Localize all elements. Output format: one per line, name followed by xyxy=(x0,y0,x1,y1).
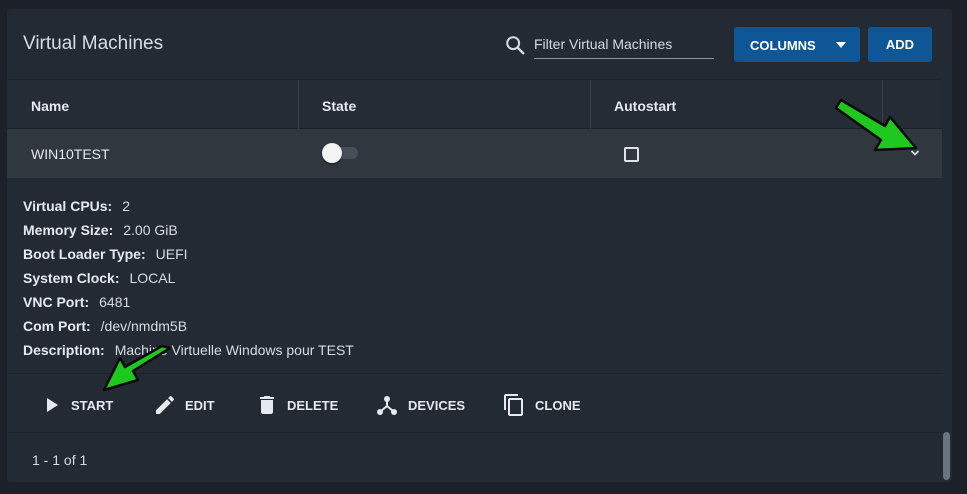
devices-button[interactable]: DEVICES xyxy=(375,393,475,417)
devices-icon xyxy=(377,396,397,415)
detail-value: LOCAL xyxy=(129,270,176,286)
edit-button[interactable]: EDIT xyxy=(153,393,223,417)
detail-value: UEFI xyxy=(155,246,188,262)
detail-label: Memory Size: xyxy=(23,222,114,238)
start-button[interactable]: START xyxy=(43,393,123,417)
scrollbar-thumb[interactable] xyxy=(943,432,950,480)
filter-input[interactable]: Filter Virtual Machines xyxy=(534,31,714,59)
pagination-text: 1 - 1 of 1 xyxy=(32,452,88,468)
state-toggle[interactable] xyxy=(322,143,360,163)
detail-value: 6481 xyxy=(99,294,131,310)
detail-value: /dev/nmdm5B xyxy=(100,318,188,334)
columns-button-label: COLUMNS xyxy=(750,38,816,53)
copy-icon xyxy=(504,394,523,416)
add-button[interactable]: ADD xyxy=(868,27,932,62)
search-icon[interactable] xyxy=(504,34,526,56)
detail-memory-size: Memory Size: 2.00 GiB xyxy=(23,222,178,238)
table-row[interactable]: WIN10TEST xyxy=(7,129,942,178)
autostart-checkbox[interactable] xyxy=(624,147,639,162)
column-header-state[interactable]: State xyxy=(298,80,590,129)
detail-boot-loader-type: Boot Loader Type: UEFI xyxy=(23,246,188,262)
delete-button[interactable]: DELETE xyxy=(255,393,345,417)
detail-virtual-cpus: Virtual CPUs: 2 xyxy=(23,198,130,214)
trash-icon xyxy=(260,396,274,414)
vm-name: WIN10TEST xyxy=(31,146,110,162)
edit-label: EDIT xyxy=(185,398,215,413)
start-label: START xyxy=(71,398,114,413)
detail-label: Boot Loader Type: xyxy=(23,246,146,262)
devices-label: DEVICES xyxy=(408,398,466,413)
table-header: Name State Autostart xyxy=(7,79,952,129)
detail-value: 2.00 GiB xyxy=(123,222,178,238)
column-header-name[interactable]: Name xyxy=(7,80,298,129)
card-header: Virtual Machines Filter Virtual Machines… xyxy=(7,9,952,79)
clone-button[interactable]: CLONE xyxy=(502,393,592,417)
table-footer: 1 - 1 of 1 xyxy=(7,433,942,482)
columns-button[interactable]: COLUMNS xyxy=(734,27,860,62)
detail-value: 2 xyxy=(122,198,131,214)
detail-label: Description: xyxy=(23,342,105,358)
detail-label: Virtual CPUs: xyxy=(23,198,113,214)
pencil-icon xyxy=(156,395,175,414)
detail-description: Description: Machine Virtuelle Windows po… xyxy=(23,342,354,358)
detail-label: VNC Port: xyxy=(23,294,90,310)
detail-label: System Clock: xyxy=(23,270,120,286)
annotation-arrow-start xyxy=(102,344,172,392)
virtual-machines-card: Virtual Machines Filter Virtual Machines… xyxy=(7,9,952,482)
detail-label: Com Port: xyxy=(23,318,91,334)
toggle-knob xyxy=(322,143,342,163)
annotation-arrow-expand xyxy=(834,98,918,152)
scrollbar[interactable] xyxy=(942,79,952,482)
page-title: Virtual Machines xyxy=(23,33,164,54)
detail-system-clock: System Clock: LOCAL xyxy=(23,270,175,286)
detail-com-port: Com Port: /dev/nmdm5B xyxy=(23,318,187,334)
play-icon xyxy=(47,398,58,412)
caret-down-icon xyxy=(836,42,846,48)
clone-label: CLONE xyxy=(535,398,581,413)
detail-vnc-port: VNC Port: 6481 xyxy=(23,294,130,310)
delete-label: DELETE xyxy=(287,398,339,413)
